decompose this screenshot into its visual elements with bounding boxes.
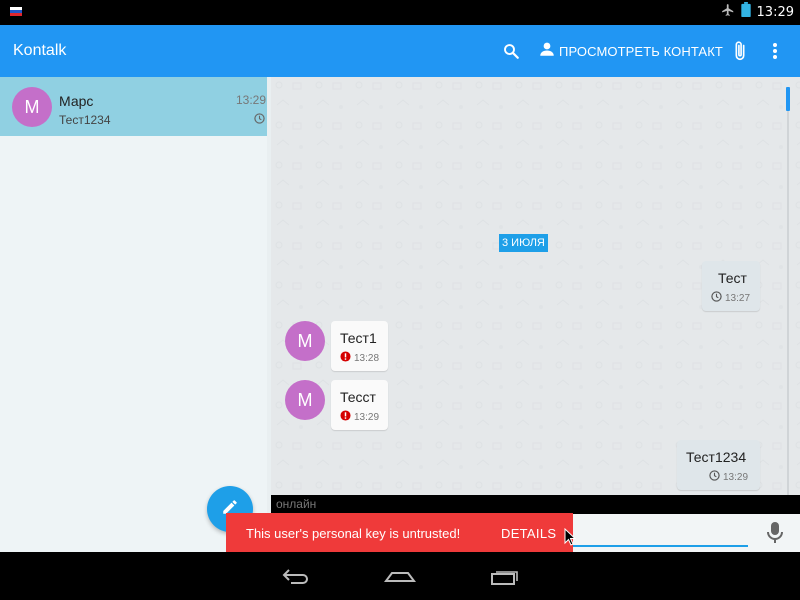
message-bubble-incoming[interactable]: Тесст 13:29 <box>331 380 388 430</box>
status-bar-right: 13:29 <box>721 2 794 22</box>
conversation-item[interactable]: M Марс Тест1234 13:29 <box>0 77 267 136</box>
recents-icon[interactable] <box>489 566 519 591</box>
conversation-last-message: Тест1234 <box>59 113 111 127</box>
message-bubble-incoming[interactable]: Тест1 13:28 <box>331 321 388 371</box>
message-time: 13:29 <box>723 471 749 483</box>
back-icon[interactable] <box>281 566 311 591</box>
presence-status: онлайн <box>276 497 317 511</box>
home-icon[interactable] <box>384 566 416 591</box>
clock-icon <box>254 111 265 129</box>
message-bubble-outgoing[interactable]: Тест 13:27 <box>702 261 760 311</box>
message-text: Тест1 <box>340 330 377 346</box>
snackbar: This user's personal key is untrusted! D… <box>226 513 573 552</box>
message-input[interactable] <box>573 545 748 547</box>
message-time: 13:27 <box>725 292 751 304</box>
status-bar: 13:29 <box>0 0 800 25</box>
conversation-name: Марс <box>59 93 94 109</box>
message-text: Тест <box>718 270 747 286</box>
app-toolbar: Kontalk ПРОСМОТРЕТЬ КОНТАКТ <box>0 25 800 77</box>
status-time: 13:29 <box>756 4 794 20</box>
scrollbar-thumb[interactable] <box>786 87 790 111</box>
message-text: Тест1234 <box>686 449 747 465</box>
view-contact-label: ПРОСМОТРЕТЬ КОНТАКТ <box>559 43 723 59</box>
conversation-time: 13:29 <box>236 93 267 107</box>
message-time: 13:29 <box>354 411 380 423</box>
scroll-track[interactable] <box>787 111 789 495</box>
avatar: M <box>285 380 325 420</box>
attach-icon[interactable] <box>729 40 751 62</box>
clock-icon <box>711 291 722 305</box>
person-icon <box>538 40 556 63</box>
snackbar-details-button[interactable]: DETAILS <box>501 526 556 541</box>
date-separator: 3 ИЮЛЯ <box>499 234 548 252</box>
more-vert-icon[interactable] <box>764 40 786 62</box>
flag-russia-icon <box>10 7 22 16</box>
message-text: Тесст <box>340 389 376 405</box>
microphone-icon[interactable] <box>765 521 785 545</box>
message-time: 13:28 <box>354 352 380 364</box>
snackbar-message: This user's personal key is untrusted! <box>246 526 461 541</box>
error-icon <box>340 351 351 365</box>
message-bubble-outgoing[interactable]: Тест1234 13:29 <box>677 440 760 490</box>
view-contact-button[interactable]: ПРОСМОТРЕТЬ КОНТАКТ <box>538 40 723 62</box>
conversation-list: M Марс Тест1234 13:29 <box>0 77 271 552</box>
message-meta: 13:29 <box>709 470 748 484</box>
avatar: M <box>285 321 325 361</box>
message-meta: 13:28 <box>340 351 379 365</box>
search-icon[interactable] <box>500 40 522 62</box>
message-meta: 13:27 <box>711 291 750 305</box>
navigation-bar <box>0 552 800 600</box>
airplane-mode-icon <box>721 3 735 22</box>
clock-icon <box>709 470 720 484</box>
app-title: Kontalk <box>13 42 67 59</box>
message-meta: 13:29 <box>340 410 379 424</box>
error-icon <box>340 410 351 424</box>
mouse-cursor-icon <box>564 527 577 551</box>
battery-icon <box>740 2 751 22</box>
avatar: M <box>12 87 52 127</box>
